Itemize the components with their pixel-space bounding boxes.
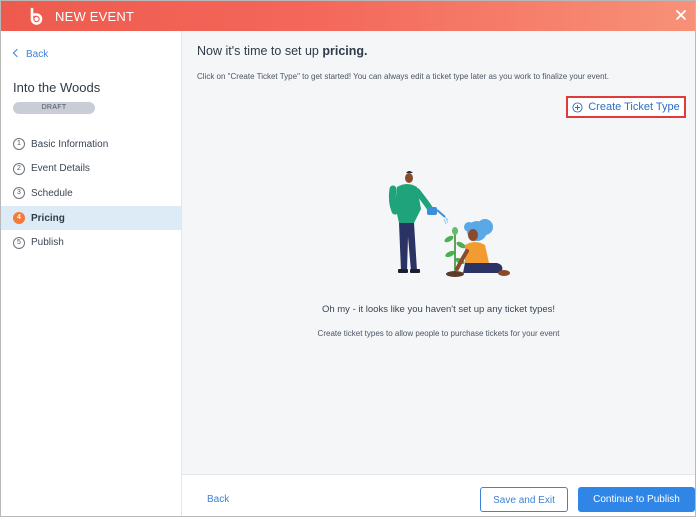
page-title-emphasis: pricing. — [322, 44, 368, 58]
step-label: Schedule — [31, 187, 73, 199]
step-schedule[interactable]: 3 Schedule — [1, 181, 181, 206]
step-label: Event Details — [31, 163, 90, 175]
step-number: 5 — [13, 236, 25, 249]
step-pricing[interactable]: 4 Pricing — [1, 205, 181, 231]
b-logo-icon — [30, 7, 43, 25]
modal-header: NEW EVENT — [1, 1, 695, 31]
step-list: 1 Basic Information 2 Event Details 3 Sc… — [1, 132, 181, 255]
chevron-left-icon — [12, 48, 22, 58]
step-number: 4 — [13, 212, 25, 225]
step-number: 1 — [13, 138, 25, 151]
sidebar-back-link[interactable]: Back — [12, 48, 49, 60]
step-number: 3 — [13, 187, 25, 200]
status-badge: DRAFT — [13, 102, 95, 114]
sidebar: Back Into the Woods DRAFT 1 Basic Inform… — [1, 31, 182, 516]
step-event-details[interactable]: 2 Event Details — [1, 157, 181, 182]
footer-back-button[interactable]: Back — [207, 494, 229, 505]
step-label: Publish — [31, 237, 64, 249]
step-basic-information[interactable]: 1 Basic Information — [1, 132, 181, 157]
step-label: Pricing — [31, 212, 65, 224]
page-title: Now it's time to set up pricing. — [197, 44, 368, 58]
modal-title: NEW EVENT — [55, 9, 135, 24]
step-publish[interactable]: 5 Publish — [1, 230, 181, 255]
continue-to-publish-button[interactable]: Continue to Publish — [578, 487, 695, 512]
step-label: Basic Information — [31, 138, 109, 150]
page-title-prefix: Now it's time to set up — [197, 44, 323, 58]
step-number: 2 — [13, 162, 25, 175]
main-content: Now it's time to set up pricing. Click o… — [182, 31, 695, 474]
close-icon[interactable] — [673, 7, 689, 23]
create-ticket-type-label: Create Ticket Type — [588, 101, 680, 113]
empty-state-subtitle: Create ticket types to allow people to p… — [317, 329, 560, 338]
modal-footer: Back Save and Exit Continue to Publish — [182, 474, 695, 516]
event-name: Into the Woods — [13, 80, 101, 95]
new-event-modal: NEW EVENT Back Into the Woods DRAFT 1 Ba… — [0, 0, 696, 517]
save-and-exit-button[interactable]: Save and Exit — [480, 487, 568, 512]
page-description: Click on "Create Ticket Type" to get sta… — [197, 72, 609, 81]
empty-state-illustration — [388, 171, 510, 277]
create-ticket-type-button[interactable]: Create Ticket Type — [566, 96, 686, 118]
plus-circle-icon — [572, 101, 583, 113]
sidebar-back-label: Back — [26, 49, 49, 60]
empty-state-title: Oh my - it looks like you haven't set up… — [321, 304, 556, 315]
